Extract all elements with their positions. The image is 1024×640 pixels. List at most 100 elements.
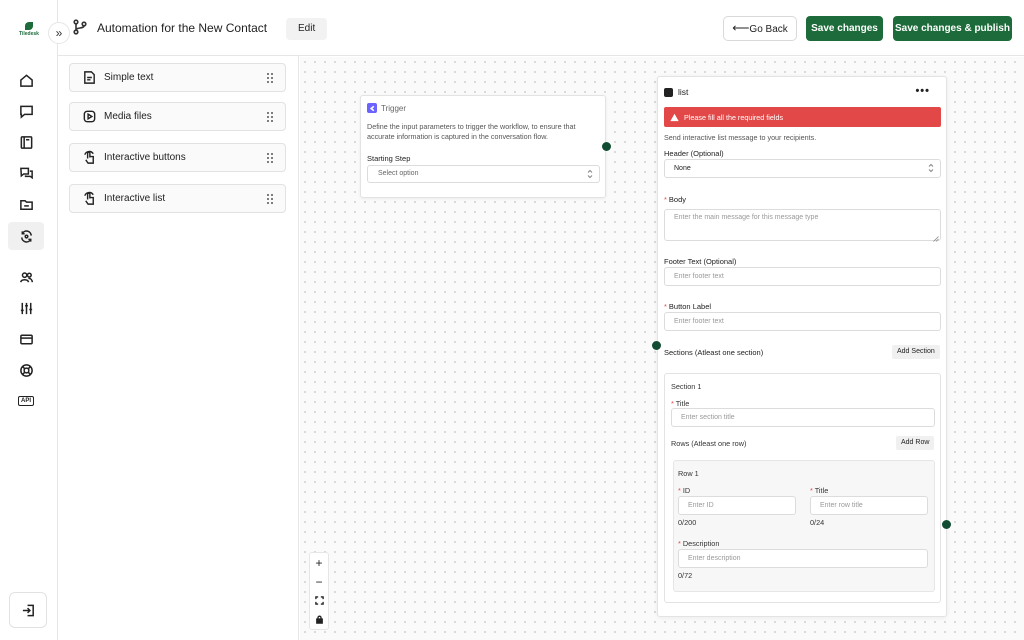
interactive-list-node[interactable]: list ••• Please fill all the required fi… [657, 76, 947, 617]
row-description-placeholder: Enter description [688, 555, 741, 562]
warning-icon [670, 113, 679, 121]
icon-sidebar: Tiledesk API [0, 0, 58, 640]
footer-placeholder: Enter footer text [674, 273, 724, 280]
go-back-button[interactable]: ⟵Go Back [723, 16, 797, 41]
trigger-title: Trigger [381, 103, 407, 113]
row-description-input[interactable]: Enter description [678, 549, 928, 568]
footer-label: Footer Text (Optional) [664, 257, 737, 266]
add-section-button[interactable]: Add Section [892, 345, 940, 359]
row-title: Row 1 [678, 469, 699, 478]
block-media-files[interactable]: Media files [69, 102, 286, 131]
logout-button[interactable] [9, 592, 47, 628]
page-title: Automation for the New Contact [97, 21, 268, 35]
automation-icon[interactable] [8, 222, 44, 250]
row-title-counter: 0/24 [810, 518, 825, 527]
edit-button[interactable]: Edit [286, 18, 328, 40]
conversations-icon[interactable] [16, 163, 36, 183]
zoom-in-icon[interactable]: + [310, 553, 328, 572]
row-card: Row 1 * ID Enter ID 0/200 * Title Enter … [673, 460, 935, 592]
row-description-label-text: Description [682, 539, 720, 548]
media-icon [80, 108, 98, 126]
home-icon[interactable] [16, 70, 36, 90]
expand-sidebar-chevron-icon[interactable]: » [48, 22, 70, 44]
starting-step-select[interactable]: Select option [367, 165, 600, 183]
app-logo[interactable]: Tiledesk [16, 22, 42, 44]
button-label-placeholder: Enter footer text [674, 318, 724, 325]
contacts-icon[interactable] [16, 267, 36, 287]
row-title-input[interactable]: Enter row title [810, 496, 928, 515]
save-changes-button[interactable]: Save changes [806, 16, 883, 41]
row-title-placeholder: Enter row title [820, 502, 863, 509]
body-label-text: Body [668, 195, 687, 204]
trigger-description: Define the input parameters to trigger t… [367, 122, 576, 141]
section-title-input[interactable]: Enter section title [671, 408, 935, 427]
body-label: * Body [664, 195, 687, 204]
more-options-icon[interactable]: ••• [915, 85, 930, 97]
top-header: Automation for the New Contact Edit ⟵Go … [58, 0, 1024, 56]
footer-input[interactable]: Enter footer text [664, 267, 941, 286]
row-title-label-text: Title [814, 486, 829, 495]
starting-step-value: Select option [378, 170, 419, 177]
block-label: Interactive list [104, 193, 166, 204]
row-description-counter: 0/72 [678, 571, 693, 580]
body-placeholder: Enter the main message for this message … [674, 214, 819, 221]
logout-icon [22, 604, 34, 616]
drag-handle-icon[interactable] [267, 73, 273, 83]
api-label: API [17, 396, 34, 406]
support-lifebuoy-icon[interactable] [16, 360, 36, 380]
header-value: None [674, 165, 691, 172]
zoom-out-icon[interactable]: − [310, 572, 328, 591]
select-updown-icon [587, 169, 593, 179]
trigger-output-handle[interactable] [602, 142, 611, 151]
workflow-branch-icon [72, 19, 88, 35]
header-label: Header (Optional) [664, 149, 724, 158]
block-interactive-list[interactable]: Interactive list [69, 184, 286, 213]
rows-label: Rows (Atleast one row) [671, 439, 747, 448]
trigger-node[interactable]: Trigger Define the input parameters to t… [360, 95, 606, 198]
billing-card-icon[interactable] [16, 329, 36, 349]
drag-handle-icon[interactable] [267, 194, 273, 204]
fit-view-icon[interactable] [310, 591, 328, 610]
save-and-publish-button[interactable]: Save changes & publish [893, 16, 1012, 41]
tap-icon [80, 190, 98, 208]
button-label-text: Button Label [668, 302, 712, 311]
drag-handle-icon[interactable] [267, 153, 273, 163]
row-id-input[interactable]: Enter ID [678, 496, 796, 515]
row-id-label: * ID [678, 486, 691, 495]
select-updown-icon [928, 163, 934, 173]
zoom-controls: + − [309, 552, 329, 630]
row-id-placeholder: Enter ID [688, 502, 714, 509]
chat-icon[interactable] [16, 101, 36, 121]
header-select[interactable]: None [664, 159, 941, 178]
logo-text: Tiledesk [19, 31, 39, 37]
section-title-placeholder: Enter section title [681, 414, 735, 421]
button-label-input[interactable]: Enter footer text [664, 312, 941, 331]
block-label: Simple text [104, 72, 154, 83]
book-icon[interactable] [16, 132, 36, 152]
logo-leaf-icon [25, 22, 33, 30]
list-input-handle[interactable] [652, 341, 661, 350]
api-icon[interactable]: API [16, 391, 36, 411]
row-description-label: * Description [678, 539, 720, 548]
section-title-label-text: Title [675, 399, 690, 408]
row-title-label: * Title [810, 486, 829, 495]
row-id-counter: 0/200 [678, 518, 697, 527]
starting-step-label: Starting Step [367, 154, 411, 163]
drag-handle-icon[interactable] [267, 112, 273, 122]
go-back-label: Go Back [749, 24, 788, 35]
blocks-palette: Simple text Media files Interactive butt… [58, 56, 299, 640]
add-row-button[interactable]: Add Row [896, 436, 935, 450]
resize-handle-icon[interactable] [933, 233, 939, 242]
block-label: Media files [104, 111, 152, 122]
settings-sliders-icon[interactable] [16, 298, 36, 318]
block-simple-text[interactable]: Simple text [69, 63, 286, 92]
list-output-handle[interactable] [942, 520, 951, 529]
block-interactive-buttons[interactable]: Interactive buttons [69, 143, 286, 172]
trigger-icon [367, 103, 377, 113]
list-node-title: list [678, 87, 689, 97]
tap-icon [80, 149, 98, 167]
lock-icon[interactable] [310, 610, 328, 629]
error-alert: Please fill all the required fields [664, 107, 941, 127]
folder-icon[interactable] [16, 194, 36, 214]
body-textarea[interactable]: Enter the main message for this message … [664, 209, 941, 242]
